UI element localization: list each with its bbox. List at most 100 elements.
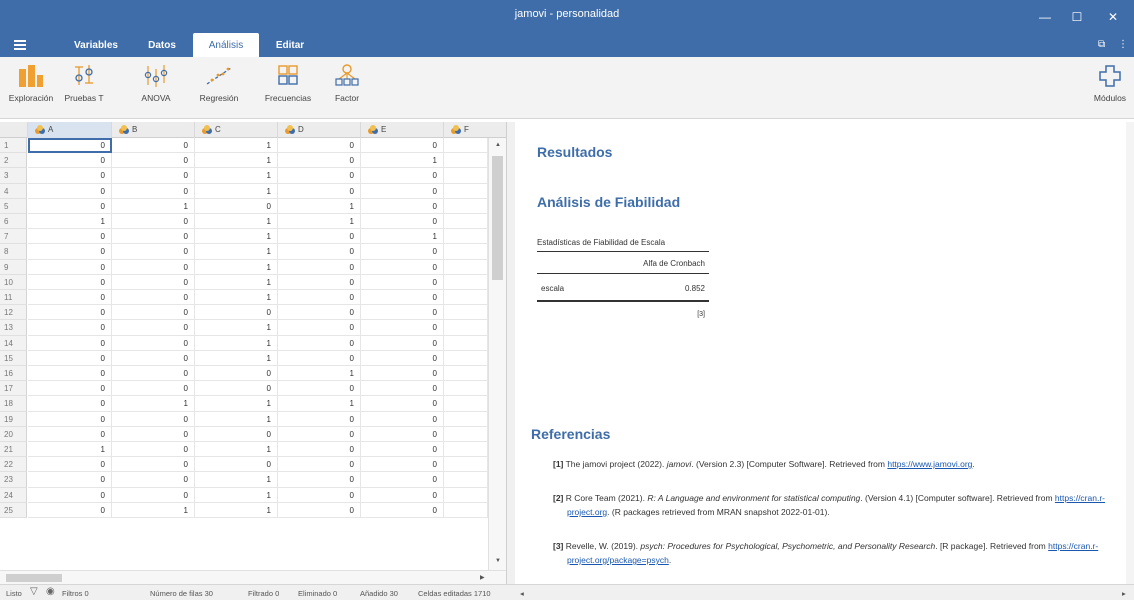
corner-cell[interactable] xyxy=(0,122,28,138)
row-number[interactable]: 14 xyxy=(0,335,27,351)
column-header-e[interactable]: E xyxy=(361,122,444,138)
row-number[interactable]: 24 xyxy=(0,487,27,503)
maximize-button[interactable]: ☐ xyxy=(1062,0,1092,33)
data-cell[interactable]: 0 xyxy=(28,487,112,503)
row-number[interactable]: 13 xyxy=(0,320,27,336)
results-scrollbar[interactable] xyxy=(1126,122,1134,584)
data-cell[interactable]: 0 xyxy=(112,442,195,458)
data-cell[interactable]: 0 xyxy=(112,183,195,199)
data-cell[interactable]: 0 xyxy=(361,259,444,275)
eye-icon[interactable]: ◉ xyxy=(46,586,55,597)
data-cell[interactable]: 0 xyxy=(195,305,278,321)
data-cell[interactable] xyxy=(444,229,488,245)
data-cell[interactable]: 1 xyxy=(278,198,361,214)
horizontal-scrollbar[interactable]: ▶ xyxy=(0,570,506,584)
data-spreadsheet[interactable]: A B C D E F 1001002001013001004001005010… xyxy=(0,122,507,584)
data-cell[interactable] xyxy=(444,168,488,184)
data-cell[interactable]: 0 xyxy=(112,290,195,306)
row-number[interactable]: 22 xyxy=(0,457,27,473)
column-header-f[interactable]: F xyxy=(444,122,506,138)
data-cell[interactable] xyxy=(444,183,488,199)
data-cell[interactable]: 0 xyxy=(112,168,195,184)
data-cell[interactable]: 1 xyxy=(195,214,278,230)
row-number[interactable]: 11 xyxy=(0,290,27,306)
row-number[interactable]: 7 xyxy=(0,229,27,245)
row-number[interactable]: 8 xyxy=(0,244,27,260)
window-mode-icon[interactable]: ⧉ xyxy=(1098,39,1105,50)
row-number[interactable]: 25 xyxy=(0,502,27,518)
data-cell[interactable]: 0 xyxy=(361,138,444,154)
row-number[interactable]: 4 xyxy=(0,183,27,199)
data-cell[interactable]: 0 xyxy=(278,244,361,260)
data-cell[interactable]: 0 xyxy=(112,259,195,275)
minimize-button[interactable]: — xyxy=(1030,0,1060,33)
row-number[interactable]: 15 xyxy=(0,350,27,366)
data-cell[interactable]: 0 xyxy=(195,381,278,397)
data-cell[interactable]: 0 xyxy=(361,487,444,503)
data-cell[interactable]: 0 xyxy=(278,320,361,336)
data-cell[interactable]: 1 xyxy=(195,335,278,351)
data-cell[interactable] xyxy=(444,214,488,230)
data-cell[interactable]: 1 xyxy=(195,274,278,290)
data-cell[interactable]: 0 xyxy=(28,426,112,442)
row-number[interactable]: 3 xyxy=(0,168,27,184)
anova-button[interactable]: ANOVA xyxy=(134,63,178,115)
data-cell[interactable]: 0 xyxy=(112,320,195,336)
data-cell[interactable]: 1 xyxy=(195,183,278,199)
data-cell[interactable] xyxy=(444,381,488,397)
scroll-right-icon[interactable]: ▶ xyxy=(480,574,485,581)
data-cell[interactable] xyxy=(444,335,488,351)
data-cell[interactable]: 1 xyxy=(361,229,444,245)
data-cell[interactable]: 0 xyxy=(361,290,444,306)
data-cell[interactable]: 0 xyxy=(278,259,361,275)
data-cell[interactable]: 0 xyxy=(195,457,278,473)
column-header-c[interactable]: C xyxy=(195,122,278,138)
data-cell[interactable]: 0 xyxy=(112,472,195,488)
data-cell[interactable]: 1 xyxy=(195,229,278,245)
data-cell[interactable]: 0 xyxy=(361,381,444,397)
data-cell[interactable] xyxy=(444,472,488,488)
data-cell[interactable]: 0 xyxy=(278,472,361,488)
data-cell[interactable]: 0 xyxy=(195,198,278,214)
data-cell[interactable]: 1 xyxy=(112,396,195,412)
row-number[interactable]: 23 xyxy=(0,472,27,488)
data-cell[interactable]: 0 xyxy=(28,305,112,321)
data-cell[interactable]: 0 xyxy=(28,229,112,245)
data-cell[interactable]: 0 xyxy=(112,153,195,169)
data-cell[interactable]: 0 xyxy=(195,426,278,442)
scroll-down-icon[interactable]: ▼ xyxy=(495,558,501,564)
data-cell[interactable]: 0 xyxy=(28,502,112,518)
data-cell[interactable]: 0 xyxy=(361,183,444,199)
data-cell[interactable]: 0 xyxy=(195,366,278,382)
data-cell[interactable]: 0 xyxy=(112,138,195,154)
data-cell[interactable]: 0 xyxy=(28,472,112,488)
column-header-d[interactable]: D xyxy=(278,122,361,138)
results-scroll-right-icon[interactable]: ▸ xyxy=(1122,589,1126,598)
tab-analisis[interactable]: Análisis xyxy=(193,33,259,57)
data-cell[interactable]: 0 xyxy=(28,350,112,366)
data-cell[interactable] xyxy=(444,305,488,321)
data-cell[interactable]: 0 xyxy=(28,366,112,382)
row-number[interactable]: 19 xyxy=(0,411,27,427)
data-cell[interactable]: 0 xyxy=(278,290,361,306)
data-cell[interactable]: 0 xyxy=(28,335,112,351)
data-cell[interactable]: 0 xyxy=(28,198,112,214)
data-cell[interactable]: 0 xyxy=(278,457,361,473)
results-scroll-left-icon[interactable]: ◂ xyxy=(520,589,524,598)
data-cell[interactable]: 0 xyxy=(278,274,361,290)
data-cell[interactable]: 0 xyxy=(361,472,444,488)
table-footnote[interactable]: [3] xyxy=(675,311,705,318)
reference-1-link[interactable]: https://www.jamovi.org xyxy=(887,459,972,469)
data-cell[interactable] xyxy=(444,396,488,412)
data-cell[interactable]: 0 xyxy=(278,229,361,245)
data-cell[interactable] xyxy=(444,320,488,336)
data-cell[interactable]: 1 xyxy=(195,411,278,427)
data-cell[interactable]: 0 xyxy=(112,366,195,382)
data-cell[interactable]: 1 xyxy=(112,198,195,214)
data-cell[interactable]: 0 xyxy=(28,183,112,199)
data-cell[interactable]: 0 xyxy=(278,305,361,321)
close-button[interactable]: ✕ xyxy=(1098,0,1128,33)
data-cell[interactable]: 1 xyxy=(195,320,278,336)
data-cell[interactable]: 0 xyxy=(28,381,112,397)
data-cell[interactable]: 0 xyxy=(361,366,444,382)
